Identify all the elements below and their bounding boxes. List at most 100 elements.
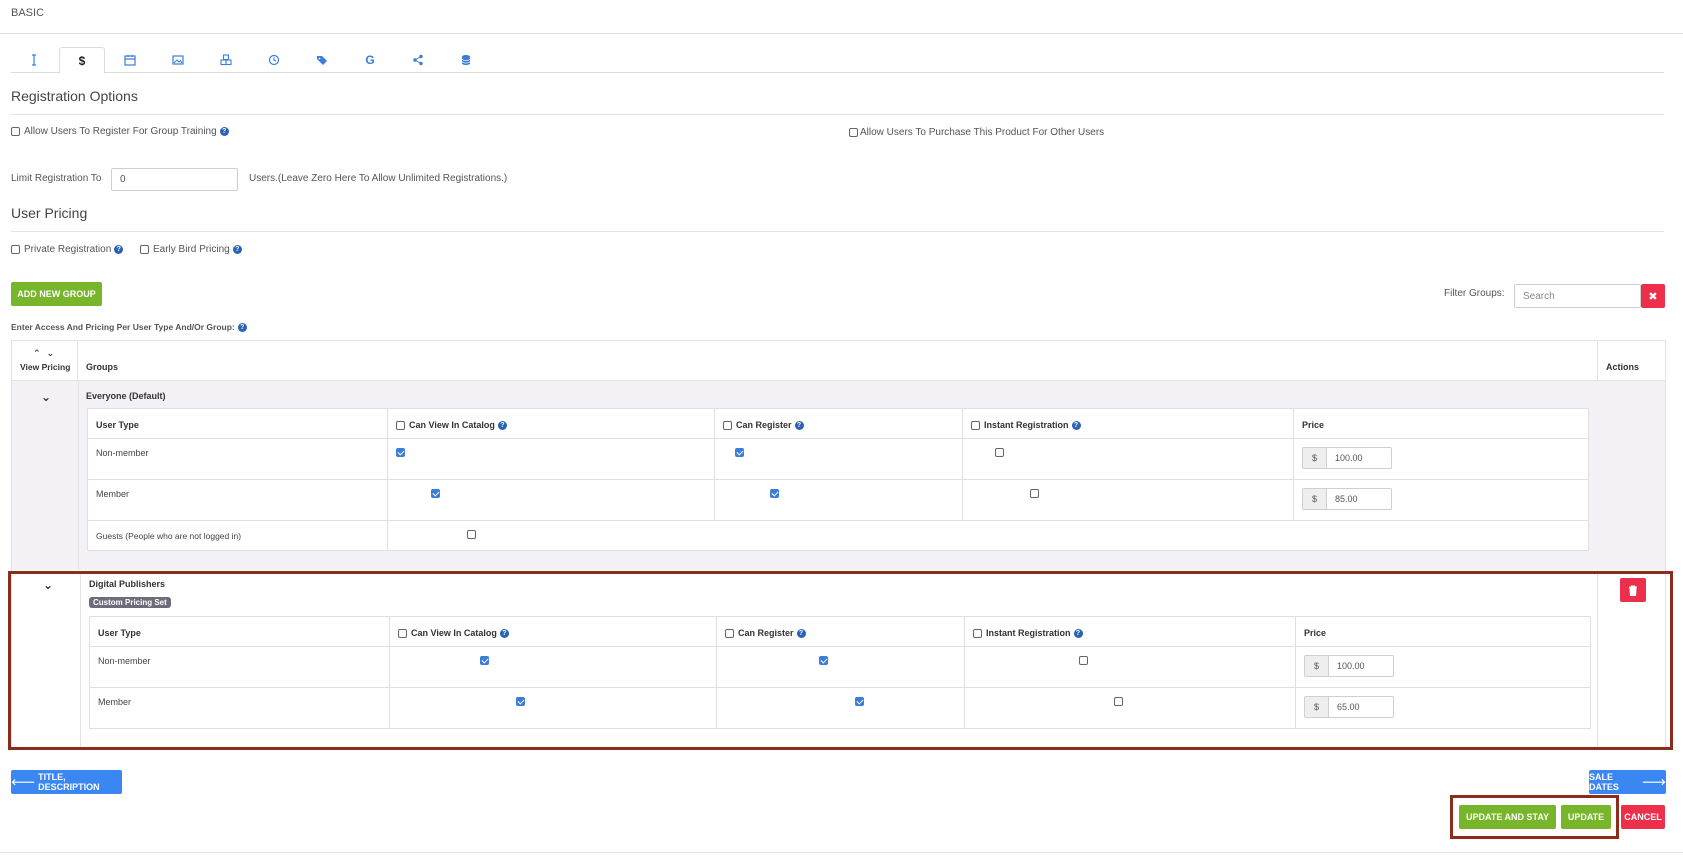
text-cursor-icon: [32, 54, 36, 66]
instant-all-checkbox[interactable]: [971, 420, 980, 430]
limit-registration-hint: Users.(Leave Zero Here To Allow Unlimite…: [249, 173, 508, 184]
close-icon: ✖: [1648, 290, 1658, 303]
chevron-down-icon[interactable]: ⌄: [47, 348, 55, 359]
tab-clock[interactable]: [251, 47, 297, 73]
tab-bar: $ G: [11, 47, 1664, 74]
price-input[interactable]: $ 85.00: [1302, 488, 1392, 510]
purchase-others-option: Allow Users To Purchase This Product For…: [849, 127, 1104, 138]
currency-symbol: $: [1303, 448, 1327, 468]
google-icon: G: [365, 53, 375, 67]
can-view-header-label: Can View In Catalog: [409, 420, 495, 430]
can-view-header: Can View In Catalog ?: [396, 420, 507, 430]
can-register-header-label: Can Register: [736, 420, 792, 430]
back-button-label: TITLE, DESCRIPTION: [38, 772, 100, 792]
user-type-header: User Type: [96, 420, 139, 430]
view-pricing-label: View Pricing: [20, 362, 71, 372]
group-name: Everyone (Default): [86, 391, 166, 401]
help-icon[interactable]: ?: [114, 245, 124, 254]
limit-registration-label: Limit Registration To: [11, 173, 102, 184]
private-registration-label: Private Registration: [24, 244, 112, 255]
instant-header: Instant Registration ?: [971, 420, 1081, 430]
arrow-right-icon: 🡒: [1641, 776, 1666, 787]
can-view-all-checkbox[interactable]: [396, 420, 405, 430]
price-input[interactable]: $ 100.00: [1302, 447, 1392, 469]
divider: [11, 231, 1664, 232]
help-icon[interactable]: ?: [237, 322, 247, 332]
group-training-label: Allow Users To Register For Group Traini…: [24, 126, 217, 137]
can-register-checkbox[interactable]: [734, 447, 744, 457]
group-training-option: Allow Users To Register For Group Traini…: [11, 126, 229, 137]
instant-checkbox[interactable]: [1029, 488, 1039, 498]
page-title: BASIC: [11, 7, 45, 19]
tab-share[interactable]: [395, 47, 441, 73]
user-pricing-title: User Pricing: [11, 205, 88, 221]
tab-calendar[interactable]: [107, 47, 153, 73]
add-new-group-button[interactable]: ADD NEW GROUP: [11, 282, 102, 306]
divider: [0, 852, 1683, 853]
currency-symbol: $: [1303, 489, 1327, 509]
enter-access-note: Enter Access And Pricing Per User Type A…: [11, 322, 247, 332]
tab-image[interactable]: [155, 47, 201, 73]
early-bird-checkbox[interactable]: [140, 245, 149, 254]
top-bar: BASIC: [0, 0, 1683, 34]
next-button-label: SALE DATES: [1589, 772, 1619, 792]
help-icon[interactable]: ?: [219, 127, 229, 136]
divider: [87, 520, 1589, 521]
collapse-chevron-icon[interactable]: ⌄: [41, 390, 51, 404]
early-bird-option: Early Bird Pricing ?: [140, 244, 242, 255]
next-sale-dates-button[interactable]: SALE DATES 🡒: [1589, 770, 1666, 794]
private-registration-checkbox[interactable]: [11, 245, 20, 254]
divider: [87, 438, 1589, 439]
limit-registration-input[interactable]: 0: [111, 168, 238, 191]
purchase-others-label: Allow Users To Purchase This Product For…: [860, 127, 1105, 138]
help-icon[interactable]: ?: [232, 245, 242, 254]
tags-icon: [317, 56, 327, 65]
user-type-cell: Guests (People who are not logged in): [96, 531, 242, 541]
divider: [78, 381, 79, 570]
can-view-checkbox[interactable]: [396, 447, 405, 457]
can-register-checkbox[interactable]: [770, 488, 780, 498]
filter-groups-input[interactable]: Search: [1514, 284, 1641, 308]
tab-pricing[interactable]: $: [59, 47, 105, 74]
update-button[interactable]: UPDATE: [1561, 805, 1611, 829]
cancel-button[interactable]: CANCEL: [1621, 805, 1665, 829]
can-view-checkbox[interactable]: [431, 488, 441, 498]
groups-header: Groups: [86, 362, 119, 372]
tab-text-cursor[interactable]: [11, 47, 57, 73]
user-type-cell: Non-member: [96, 448, 149, 458]
calendar-icon: [124, 55, 136, 66]
price-header: Price: [1302, 420, 1325, 430]
can-view-checkbox[interactable]: [466, 529, 476, 539]
tab-cubes[interactable]: [203, 47, 249, 73]
instant-checkbox[interactable]: [994, 447, 1004, 457]
tab-database[interactable]: [443, 47, 489, 73]
can-register-header: Can Register ?: [723, 420, 804, 430]
tab-google[interactable]: G: [347, 47, 393, 73]
group-training-checkbox[interactable]: [11, 127, 20, 136]
help-icon[interactable]: ?: [794, 420, 804, 430]
chevron-up-icon[interactable]: ⌃: [33, 348, 41, 359]
divider: [962, 408, 963, 521]
divider: [1293, 408, 1294, 521]
help-icon[interactable]: ?: [1071, 420, 1081, 430]
share-icon: [413, 54, 423, 66]
early-bird-label: Early Bird Pricing: [153, 244, 230, 255]
price-value: 85.00: [1335, 494, 1358, 504]
clear-filter-button[interactable]: ✖: [1641, 284, 1665, 308]
tab-tags[interactable]: [299, 47, 345, 73]
cubes-icon: [220, 54, 232, 66]
view-pricing-header: ⌃ ⌄ View Pricing: [11, 340, 78, 380]
filter-groups-label: Filter Groups:: [1444, 288, 1505, 299]
divider: [87, 479, 1589, 480]
registration-options-title: Registration Options: [11, 88, 138, 104]
user-type-cell: Member: [96, 489, 130, 499]
database-icon: [461, 55, 471, 65]
instant-header-label: Instant Registration: [984, 420, 1069, 430]
help-icon[interactable]: ?: [497, 420, 507, 430]
back-title-description-button[interactable]: 🡐 TITLE, DESCRIPTION: [11, 770, 122, 794]
purchase-others-checkbox[interactable]: [849, 128, 858, 137]
dollar-icon: $: [78, 53, 86, 68]
image-icon: [172, 55, 184, 65]
can-register-all-checkbox[interactable]: [723, 420, 732, 430]
update-and-stay-button[interactable]: UPDATE AND STAY: [1459, 805, 1556, 829]
